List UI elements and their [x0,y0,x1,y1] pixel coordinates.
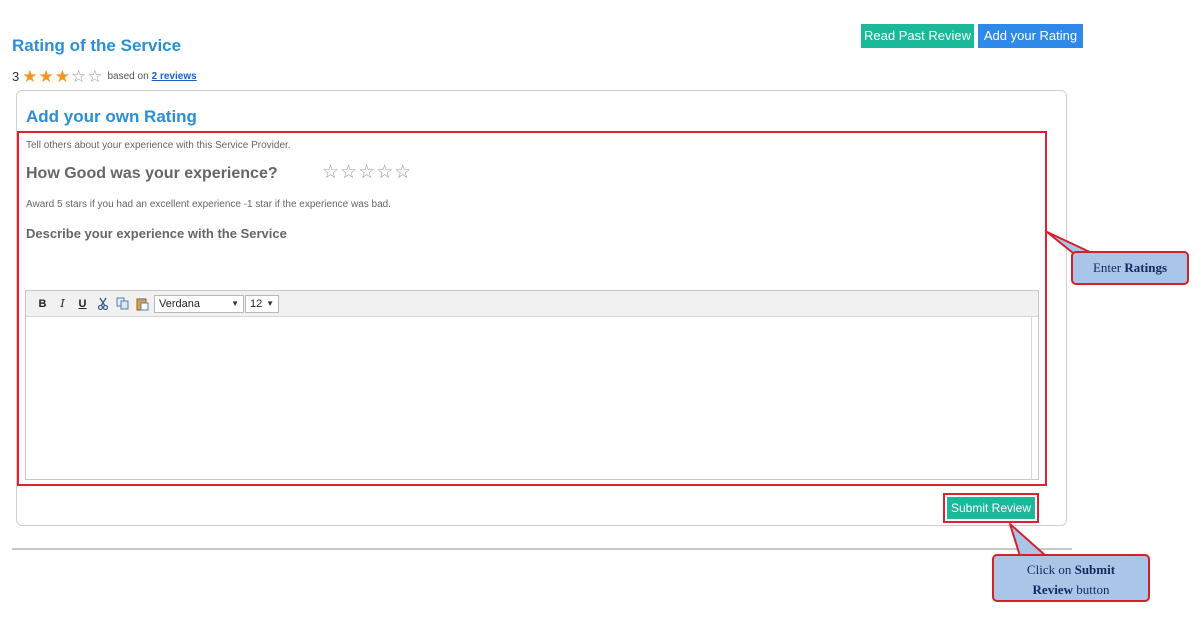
submit-callout-bold-2: Review [1032,582,1073,597]
submit-callout-prefix: Click on [1026,562,1075,577]
ratings-callout-pointer [1046,231,1093,254]
ratings-callout-bold: Ratings [1124,260,1168,275]
submit-callout-suffix: button [1072,582,1110,597]
submit-callout: Click on Submit Review button [992,554,1150,602]
submit-callout-bold-1: Submit [1074,562,1116,577]
ratings-callout: Enter Ratings [1071,251,1189,285]
submit-callout-pointer [1009,523,1047,557]
callout-pointers [1009,231,1093,557]
ratings-callout-prefix: Enter [1092,260,1125,275]
